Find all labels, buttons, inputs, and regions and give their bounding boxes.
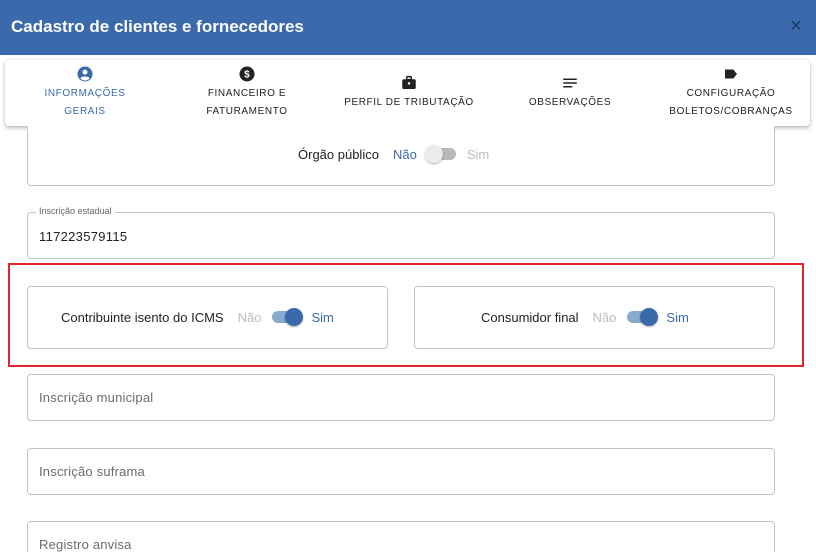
tab-label-line2: FATURAMENTO — [206, 106, 288, 117]
label-tag-icon — [725, 69, 737, 79]
account-circle-icon — [77, 66, 93, 82]
contribuinte-isento-switch-row: Contribuinte isento do ICMS Não Sim — [61, 307, 334, 327]
contribuinte-isento-toggle[interactable] — [269, 307, 304, 327]
registro-anvisa-placeholder: Registro anvisa — [39, 537, 132, 552]
tab-financeiro-faturamento[interactable]: $ FINANCEIRO E FATURAMENTO — [195, 60, 299, 126]
dialog: Cadastro de clientes e fornecedores × IN… — [0, 0, 816, 552]
tab-perfil-tributacao[interactable]: PERFIL DE TRIBUTAÇÃO — [341, 60, 477, 126]
orgao-publico-toggle[interactable] — [424, 144, 459, 164]
inscricao-municipal-field[interactable]: Inscrição municipal — [27, 374, 775, 421]
dialog-header: Cadastro de clientes e fornecedores × — [0, 0, 816, 55]
orgao-publico-off-label: Não — [392, 146, 417, 162]
consumidor-final-switch-row: Consumidor final Não Sim — [481, 307, 689, 327]
contribuinte-isento-card: Contribuinte isento do ICMS Não Sim — [27, 286, 388, 349]
contribuinte-isento-on-label: Sim — [311, 309, 334, 325]
orgao-publico-on-label: Sim — [466, 146, 490, 162]
tab-informacoes-gerais[interactable]: INFORMAÇÕES GERAIS — [23, 60, 147, 126]
dialog-title: Cadastro de clientes e fornecedores — [11, 17, 304, 36]
close-button[interactable]: × — [788, 16, 804, 36]
tab-label: INFORMAÇÕES GERAIS — [44, 88, 126, 117]
toggle-thumb — [424, 145, 443, 163]
tab-configuracao-boletos[interactable]: CONFIGURAÇÃO BOLETOS/COBRANÇAS — [665, 60, 797, 126]
toggle-thumb — [640, 308, 659, 326]
briefcase-icon — [402, 75, 416, 89]
consumidor-final-off-label: Não — [592, 309, 617, 325]
tab-observacoes[interactable]: OBSERVAÇÕES — [520, 60, 620, 126]
consumidor-final-on-label: Sim — [666, 309, 689, 325]
dollar-circle-icon: $ — [239, 66, 255, 82]
tab-bar: INFORMAÇÕES GERAIS $ FINANCEIRO E FATURA… — [5, 60, 810, 126]
svg-text:$: $ — [244, 69, 250, 80]
tab-label: OBSERVAÇÕES — [528, 97, 612, 108]
inscricao-suframa-field[interactable]: Inscrição suframa — [27, 448, 775, 495]
consumidor-final-label: Consumidor final — [481, 309, 579, 325]
tab-label-line2: BOLETOS/COBRANÇAS — [669, 106, 793, 117]
toggle-thumb — [285, 308, 304, 326]
tab-label-line1: CONFIGURAÇÃO — [686, 88, 776, 99]
inscricao-municipal-placeholder: Inscrição municipal — [39, 390, 154, 405]
consumidor-final-toggle[interactable] — [624, 307, 659, 327]
close-icon: × — [790, 15, 802, 37]
orgao-publico-card: Órgão público Não Sim — [27, 126, 775, 186]
inscricao-suframa-placeholder: Inscrição suframa — [39, 464, 145, 479]
tab-label: PERFIL DE TRIBUTAÇÃO — [344, 97, 474, 108]
tab-label-line1: FINANCEIRO E — [207, 88, 287, 99]
orgao-publico-switch-row: Órgão público Não Sim — [298, 144, 489, 164]
inscricao-estadual-field[interactable]: Inscrição estadual 117223579115 — [27, 206, 775, 259]
notes-icon — [563, 78, 577, 88]
inscricao-estadual-legend: Inscrição estadual — [36, 206, 115, 216]
orgao-publico-label: Órgão público — [298, 146, 379, 162]
consumidor-final-card: Consumidor final Não Sim — [414, 286, 775, 349]
registro-anvisa-field[interactable]: Registro anvisa — [27, 521, 775, 552]
contribuinte-isento-label: Contribuinte isento do ICMS — [61, 309, 224, 325]
contribuinte-isento-off-label: Não — [237, 309, 262, 325]
inscricao-estadual-value: 117223579115 — [39, 229, 128, 244]
